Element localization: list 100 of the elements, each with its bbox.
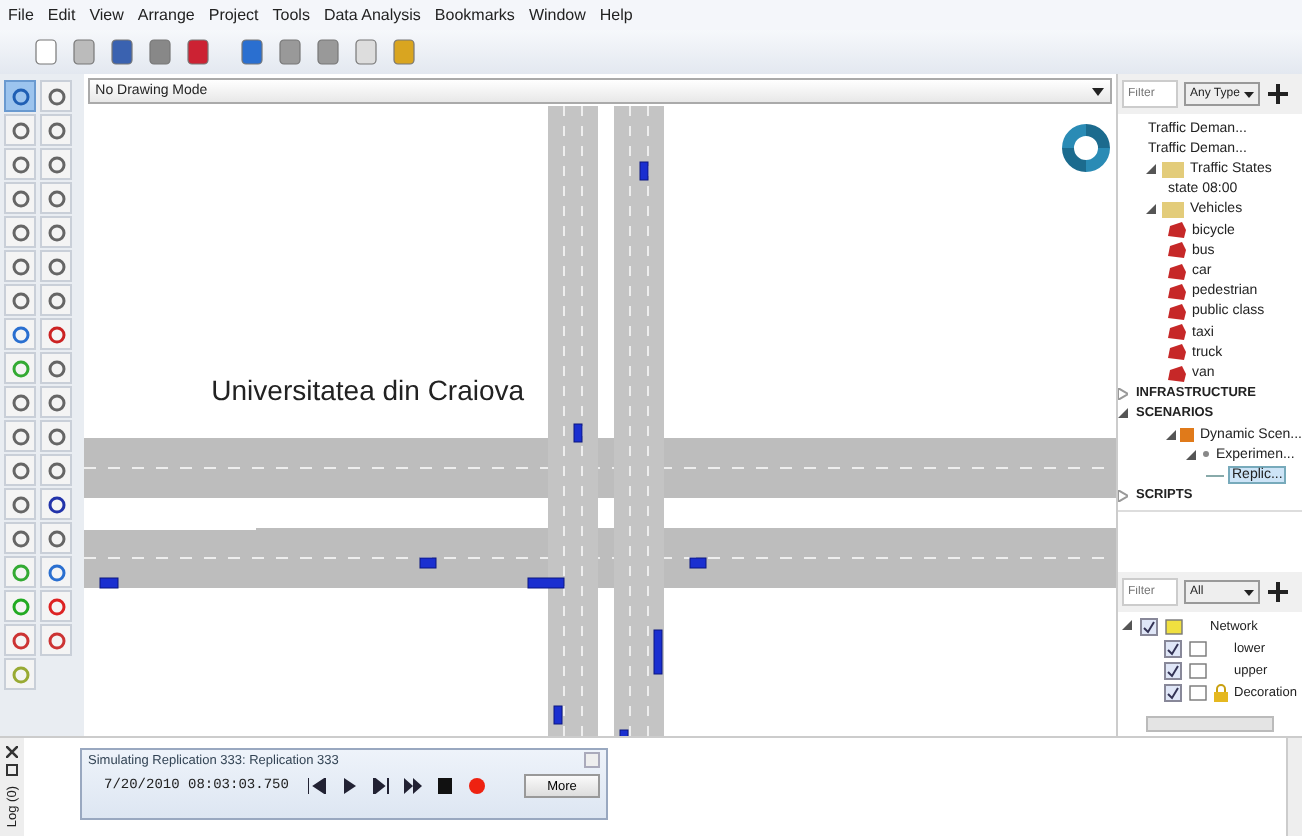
restore-icon[interactable] xyxy=(6,764,18,776)
circle-icon xyxy=(9,425,31,447)
fast-button[interactable] xyxy=(402,776,425,796)
circle-icon xyxy=(9,629,31,651)
expanded-arrow-icon[interactable] xyxy=(1186,449,1198,460)
checkbox[interactable] xyxy=(1164,640,1182,658)
circle-icon xyxy=(45,119,67,141)
circle-icon xyxy=(45,357,67,379)
tool-button[interactable] xyxy=(40,284,72,316)
checkbox[interactable] xyxy=(1140,618,1158,636)
tool-button[interactable] xyxy=(40,318,72,350)
expanded-arrow-icon[interactable] xyxy=(1166,429,1176,440)
menu-item[interactable]: Tools xyxy=(272,6,310,24)
stop-button[interactable] xyxy=(434,776,457,796)
menu-item[interactable]: Bookmarks xyxy=(434,6,515,24)
circle-icon xyxy=(9,221,31,243)
caret-icon xyxy=(1244,91,1254,97)
collapsed-arrow-icon[interactable] xyxy=(1118,387,1130,400)
circle-icon xyxy=(9,255,31,277)
circle-icon xyxy=(45,425,67,447)
checkbox[interactable] xyxy=(1164,684,1182,702)
expanded-arrow-icon[interactable] xyxy=(1122,620,1132,634)
tool-button[interactable] xyxy=(40,420,72,452)
circle-icon xyxy=(45,85,67,107)
circle-icon xyxy=(9,663,31,685)
tool-button[interactable] xyxy=(4,148,36,180)
menu-item[interactable]: Window xyxy=(528,6,586,24)
tool-button[interactable] xyxy=(40,454,72,486)
add-button[interactable] xyxy=(1266,580,1290,604)
menu-item[interactable]: View xyxy=(89,6,124,24)
menu-item[interactable]: File xyxy=(8,6,34,24)
tool-button[interactable] xyxy=(40,114,72,146)
expanded-arrow-icon[interactable] xyxy=(1118,408,1130,419)
circle-icon xyxy=(9,561,31,583)
tool-button[interactable] xyxy=(40,80,72,112)
tool-button[interactable] xyxy=(40,148,72,180)
circle-icon xyxy=(45,527,67,549)
tool-button[interactable] xyxy=(40,488,72,520)
circle-icon xyxy=(45,459,67,481)
circle-icon xyxy=(9,85,31,107)
menu-item[interactable]: Project xyxy=(208,6,259,24)
scrollbar[interactable] xyxy=(1146,716,1274,732)
tool-button[interactable] xyxy=(4,488,36,520)
tool-button[interactable] xyxy=(4,114,36,146)
tool-button[interactable] xyxy=(40,556,72,588)
circle-icon xyxy=(9,527,31,549)
circle-icon xyxy=(45,221,67,243)
dot-icon xyxy=(1202,450,1210,459)
circle-icon xyxy=(45,289,67,311)
tool-button[interactable] xyxy=(4,250,36,282)
collapsed-arrow-icon[interactable] xyxy=(1118,489,1130,502)
caret-icon xyxy=(1244,589,1254,595)
first-button[interactable] xyxy=(306,776,329,796)
tool-button[interactable] xyxy=(40,182,72,214)
tool-button[interactable] xyxy=(4,216,36,248)
tool-button[interactable] xyxy=(4,318,36,350)
circle-icon xyxy=(45,629,67,651)
tool-button[interactable] xyxy=(4,454,36,486)
folder-icon xyxy=(1162,160,1184,178)
tool-button[interactable] xyxy=(40,624,72,656)
circle-icon xyxy=(9,153,31,175)
tool-button[interactable] xyxy=(4,624,36,656)
circle-icon xyxy=(45,323,67,345)
checkbox[interactable] xyxy=(1164,662,1182,680)
tool-button[interactable] xyxy=(4,386,36,418)
expanded-arrow-icon[interactable] xyxy=(1146,164,1158,174)
tool-button[interactable] xyxy=(4,182,36,214)
menu-item[interactable]: Data Analysis xyxy=(323,6,421,24)
step-button[interactable] xyxy=(370,776,393,796)
circle-icon xyxy=(9,493,31,515)
circle-icon xyxy=(9,595,31,617)
tool-button[interactable] xyxy=(4,284,36,316)
tool-button[interactable] xyxy=(40,250,72,282)
tool-button[interactable] xyxy=(40,386,72,418)
circle-icon xyxy=(45,493,67,515)
circle-icon xyxy=(45,595,67,617)
circle-icon xyxy=(9,459,31,481)
expanded-arrow-icon[interactable] xyxy=(1146,204,1158,215)
circle-icon xyxy=(45,391,67,413)
play-button[interactable] xyxy=(338,776,361,796)
tool-button[interactable] xyxy=(4,522,36,554)
rec-button[interactable] xyxy=(466,776,489,796)
circle-icon xyxy=(9,187,31,209)
tool-button[interactable] xyxy=(40,590,72,622)
scenario-icon xyxy=(1180,427,1194,442)
menu-item[interactable]: Edit xyxy=(47,6,76,24)
tool-button[interactable] xyxy=(4,420,36,452)
tool-button[interactable] xyxy=(40,522,72,554)
circle-icon xyxy=(9,357,31,379)
add-button[interactable] xyxy=(1266,82,1290,106)
menu-item[interactable]: Help xyxy=(599,6,633,24)
tool-button[interactable] xyxy=(40,216,72,248)
circle-icon xyxy=(9,119,31,141)
circle-icon xyxy=(9,289,31,311)
folder-icon xyxy=(1162,200,1184,219)
menu-item[interactable]: Arrange xyxy=(137,6,195,24)
caret-icon xyxy=(1092,87,1104,95)
scrollbar[interactable] xyxy=(1286,738,1302,836)
tool-button[interactable] xyxy=(40,352,72,384)
map-label: Universitatea din Craiova xyxy=(211,374,525,406)
